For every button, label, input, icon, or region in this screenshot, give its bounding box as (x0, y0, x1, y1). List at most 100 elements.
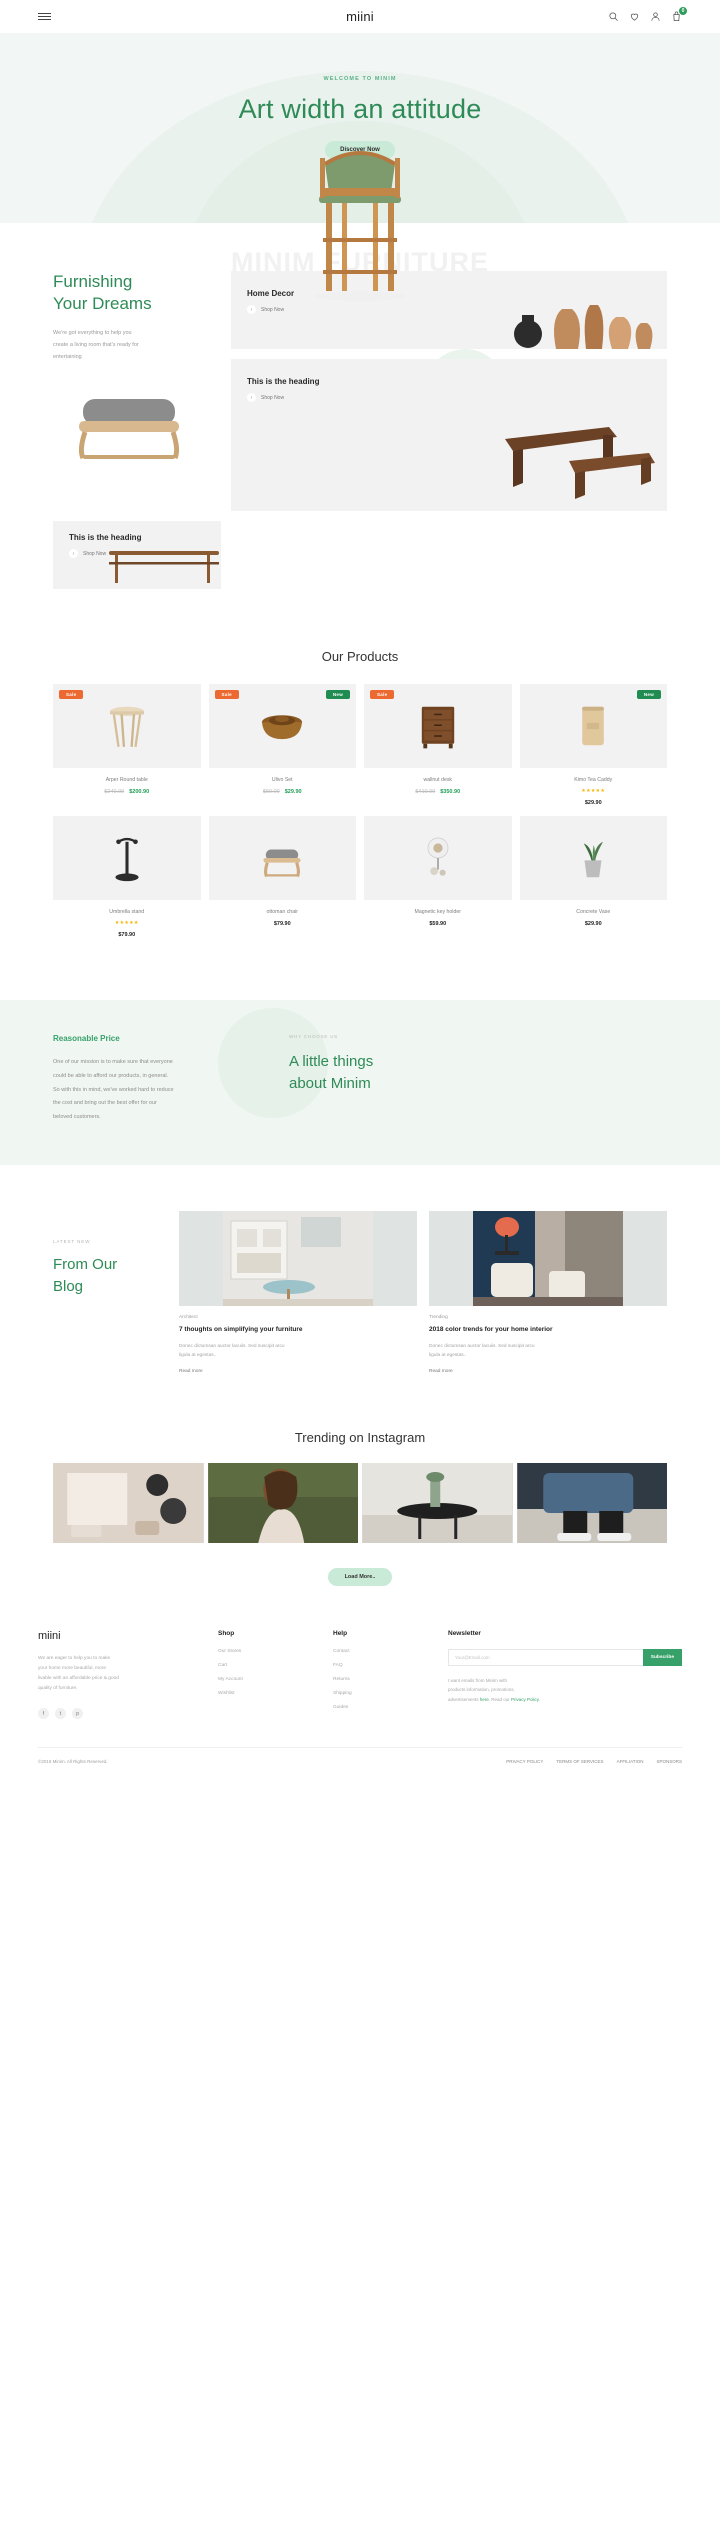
product-image (566, 699, 620, 753)
instagram-post[interactable] (53, 1463, 204, 1544)
newsletter-note-l2: products information, promotions, (448, 1687, 515, 1693)
product-thumbnail[interactable] (208, 816, 356, 900)
footer-help-heading: Help (333, 1630, 348, 1638)
tile-home-decor-shop-now[interactable]: › Shop Now (247, 305, 294, 314)
reasonable-body-l5: beloved customers. (53, 1114, 101, 1120)
wishlist-heart-icon[interactable] (629, 11, 640, 22)
tile-heading-table[interactable]: This is the heading › Shop Now (53, 521, 221, 589)
footer-link[interactable]: Our Stores (218, 1649, 313, 1654)
instagram-grid (0, 1463, 720, 1544)
legal-link[interactable]: SPONSORS (656, 1759, 682, 1764)
reasonable-price-section: Reasonable Price One of our mission is t… (0, 1000, 720, 1165)
footer-shop-heading: Shop (218, 1630, 235, 1638)
tile-heading-benches[interactable]: This is the heading › Shop Now (231, 359, 667, 511)
load-more-wrap: Load More.. (0, 1565, 720, 1587)
reasonable-body-l4: the cost and bring out the best offer fo… (53, 1100, 157, 1107)
footer-link[interactable]: FAQ (333, 1663, 428, 1668)
product-image (255, 699, 309, 753)
facebook-icon[interactable]: f (38, 1708, 49, 1720)
product-card[interactable]: Concrete Vase $29.90 (519, 816, 667, 938)
footer-about-l2: your home more beautiful, more (38, 1666, 106, 1672)
reasonable-heading: Reasonable Price (53, 1034, 120, 1043)
newsletter-email-input[interactable] (448, 1649, 643, 1667)
product-card[interactable]: Sale New Ulivo Set $59.00 $29.90 (208, 684, 357, 806)
denim-photo (516, 1463, 667, 1544)
product-price: $29.90 (284, 789, 302, 795)
instagram-post[interactable] (362, 1463, 513, 1544)
footer-link[interactable]: Returns (333, 1677, 428, 1682)
footer-link[interactable]: Shipping (333, 1691, 428, 1696)
instagram-post[interactable] (516, 1463, 667, 1544)
chevron-right-icon: › (69, 549, 78, 558)
ottoman-image-wrap (53, 383, 221, 483)
legal-link[interactable]: TERMS OF SERVICES (556, 1759, 603, 1764)
footer-link[interactable]: Contact (333, 1649, 428, 1654)
product-card[interactable]: Sale wallnut desk $410.00 $350.90 (364, 684, 512, 806)
lower-spacer (231, 521, 667, 589)
product-card[interactable]: ottoman chair $79.90 (208, 816, 357, 938)
legal-link[interactable]: AFFILIATION (617, 1759, 644, 1764)
legal-link[interactable]: PRIVACY POLICY (506, 1759, 543, 1764)
product-price: $29.90 (584, 921, 602, 927)
product-thumbnail[interactable]: New (519, 684, 667, 768)
footer-link[interactable]: Wishlist (218, 1691, 313, 1696)
blog-post-read-more[interactable]: Read more (429, 1369, 667, 1374)
newsletter-here-link[interactable]: here (480, 1697, 489, 1702)
product-name: Magnetic key holder (414, 909, 461, 915)
product-thumbnail[interactable]: Sale (364, 684, 512, 768)
product-card[interactable]: New Kimo Tea Caddy ★★★★★ $29.90 (519, 684, 667, 806)
search-icon[interactable] (608, 11, 619, 22)
product-card[interactable]: Sale Arper Round table $240.00 $200.90 (53, 684, 201, 806)
product-thumbnail[interactable]: Sale New (208, 684, 356, 768)
product-price-row: $59.00 $29.90 (209, 789, 357, 795)
product-price: $59.90 (429, 921, 447, 927)
copyright-text: ©2019 Minim. All Rights Reserved. (38, 1759, 108, 1765)
product-price-row: $79.90 (209, 921, 357, 927)
footer-shop-column: Shop Our Stores Cart My Account Wishlist (218, 1630, 313, 1719)
product-badge-sale: Sale (59, 690, 84, 699)
product-price-row: $240.00 $200.90 (53, 789, 201, 795)
blog-post-card[interactable]: Architect 7 thoughts on simplifying your… (179, 1210, 417, 1374)
product-thumbnail[interactable]: Sale (53, 684, 201, 768)
footer-link[interactable]: Cart (218, 1663, 313, 1668)
product-card[interactable]: Umbrella stand ★★★★★ $79.90 (53, 816, 201, 938)
reasonable-left: Reasonable Price One of our mission is t… (53, 1034, 243, 1125)
newsletter-subscribe-button[interactable]: Subscribe (642, 1649, 682, 1667)
product-rating-stars: ★★★★★ (114, 920, 139, 926)
blog-posts: Architect 7 thoughts on simplifying your… (179, 1210, 667, 1374)
blog-post-card[interactable]: Trending 2018 color trends for your home… (429, 1210, 667, 1374)
footer-link[interactable]: Guides (333, 1705, 428, 1710)
instagram-title: Trending on Instagram (294, 1430, 426, 1446)
flatlay-photo (53, 1463, 204, 1544)
product-name: Umbrella stand (109, 909, 145, 915)
living-room-photo (223, 1210, 373, 1306)
footer-link[interactable]: My Account (218, 1677, 313, 1682)
cart-button[interactable]: 0 (671, 7, 687, 22)
hamburger-icon[interactable] (38, 13, 51, 20)
twitter-icon[interactable]: t (55, 1708, 66, 1720)
user-account-icon[interactable] (650, 11, 661, 22)
furnishing-title-line1: Furnishing (53, 272, 133, 291)
privacy-policy-link[interactable]: Privacy Policy (511, 1697, 539, 1702)
instagram-post[interactable] (207, 1463, 358, 1544)
product-thumbnail[interactable] (53, 816, 201, 900)
ottoman-bench-image (78, 399, 180, 460)
load-more-button[interactable]: Load More.. (327, 1568, 393, 1587)
furnishing-text-block: Furnishing Your Dreams We're got everyth… (53, 271, 221, 511)
tile-home-decor-heading: Home Decor (247, 289, 295, 298)
newsletter-form: Subscribe (448, 1649, 682, 1667)
pinterest-icon[interactable]: p (72, 1708, 83, 1720)
footer-logo: miini (38, 1630, 61, 1643)
tile-table-shop-now[interactable]: › Shop Now (69, 549, 141, 558)
newsletter-note-l4: . Read our (488, 1696, 512, 1702)
product-thumbnail[interactable] (519, 816, 667, 900)
tile-benches-shop-now[interactable]: › Shop Now (247, 393, 319, 402)
reasonable-body-l3: So with this in mind, we've worked hard … (53, 1086, 174, 1093)
product-thumbnail[interactable] (364, 816, 512, 900)
blog-title-l1: From Our (53, 1255, 118, 1273)
product-badge-sale: Sale (370, 690, 395, 699)
product-card[interactable]: Magnetic key holder $59.90 (364, 816, 512, 938)
footer-about-l3: livable with an affordable price & good (38, 1676, 119, 1682)
blog-post-read-more[interactable]: Read more (179, 1369, 417, 1374)
social-links: ftp (38, 1708, 198, 1720)
